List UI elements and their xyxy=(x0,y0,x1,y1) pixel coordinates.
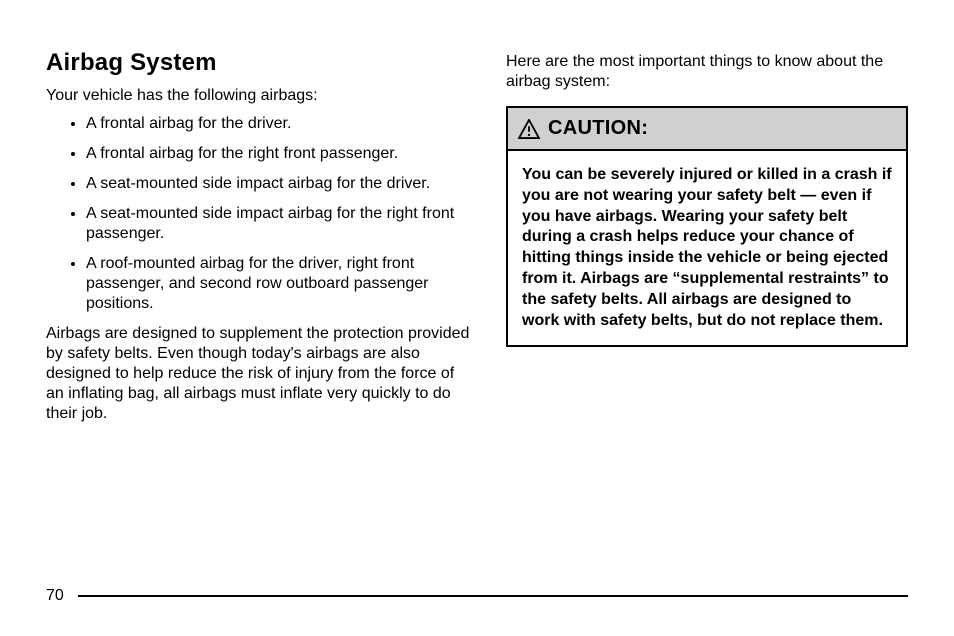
page-number: 70 xyxy=(46,586,64,606)
page-footer: 70 xyxy=(46,586,908,606)
columns: Airbag System Your vehicle has the follo… xyxy=(46,48,908,606)
right-column: Here are the most important things to kn… xyxy=(506,48,908,606)
paragraph: Airbags are designed to supplement the p… xyxy=(46,324,476,424)
caution-box: CAUTION: You can be severely injured or … xyxy=(506,106,908,347)
left-column: Airbag System Your vehicle has the follo… xyxy=(46,48,476,606)
airbag-list: A frontal airbag for the driver. A front… xyxy=(46,114,476,314)
footer-rule xyxy=(78,595,908,597)
caution-label: CAUTION: xyxy=(548,116,648,141)
list-item: A seat-mounted side impact airbag for th… xyxy=(86,204,476,244)
list-item: A roof-mounted airbag for the driver, ri… xyxy=(86,254,476,314)
list-item: A seat-mounted side impact airbag for th… xyxy=(86,174,476,194)
list-item: A frontal airbag for the driver. xyxy=(86,114,476,134)
list-item: A frontal airbag for the right front pas… xyxy=(86,144,476,164)
intro-text: Your vehicle has the following airbags: xyxy=(46,86,476,106)
caution-header: CAUTION: xyxy=(508,108,906,151)
caution-body: You can be severely injured or killed in… xyxy=(508,151,906,345)
right-intro: Here are the most important things to kn… xyxy=(506,52,908,92)
page: Airbag System Your vehicle has the follo… xyxy=(0,0,954,636)
warning-triangle-icon xyxy=(518,119,540,139)
section-heading: Airbag System xyxy=(46,48,476,78)
